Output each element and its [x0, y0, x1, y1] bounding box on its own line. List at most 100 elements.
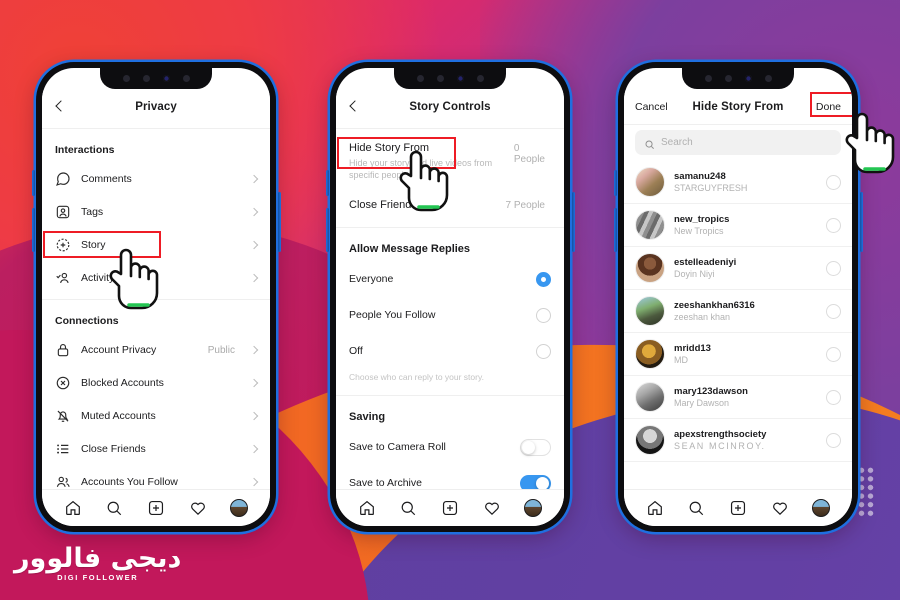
select-checkbox[interactable] [826, 174, 841, 190]
sidebar-item-comments[interactable]: Comments [42, 163, 270, 196]
sidebar-item-tags[interactable]: Tags [42, 196, 270, 229]
select-checkbox[interactable] [826, 389, 841, 405]
back-icon[interactable] [53, 100, 67, 114]
username: samanu248 [674, 171, 726, 182]
chevron-right-icon [249, 379, 259, 388]
select-checkbox[interactable] [826, 346, 841, 362]
page-title: Privacy [135, 101, 177, 113]
avatar [635, 210, 665, 240]
row-label: Blocked Accounts [81, 377, 164, 390]
phone1-header: Privacy [42, 90, 270, 124]
sidebar-item-activity[interactable]: Activity [42, 262, 270, 295]
chevron-right-icon [249, 478, 259, 487]
option-everyone[interactable]: Everyone [336, 261, 564, 297]
toggle-save-to-camera-roll[interactable]: Save to Camera Roll [336, 429, 564, 465]
list-item[interactable]: new_tropics New Tropics [624, 204, 852, 247]
home-icon[interactable] [64, 499, 82, 517]
list-item[interactable]: apexstrengthsociety SEAN MCINROY. [624, 419, 852, 462]
radio-button[interactable] [536, 271, 551, 287]
toggle-switch[interactable] [520, 474, 551, 489]
heart-icon[interactable] [483, 499, 501, 517]
notch-sensor-icon [704, 75, 712, 82]
fullname: MD [674, 355, 688, 365]
list-item[interactable]: estelleadeniyi Doyin Niyi [624, 247, 852, 290]
heart-icon[interactable] [189, 499, 207, 517]
row-label: Tags [81, 206, 104, 219]
search-input[interactable]: Search [635, 130, 841, 155]
profile-avatar[interactable] [524, 499, 543, 517]
section-divider [336, 227, 564, 229]
row-label: Account Privacy [81, 344, 157, 357]
row-hide-story-from[interactable]: Hide Story From Hide your story and live… [336, 133, 564, 183]
sidebar-item-muted-accounts[interactable]: Muted Accounts [42, 400, 270, 433]
phone2-header: Story Controls [336, 90, 564, 124]
profile-avatar[interactable] [230, 499, 249, 517]
notch-speaker-icon [436, 75, 444, 82]
replies-hint-text: Choose who can reply to your story. [349, 372, 484, 383]
fullname: Mary Dawson [674, 398, 730, 408]
phone3-bottom-nav [624, 489, 852, 526]
username: zeeshankhan6316 [674, 300, 755, 311]
radio-button[interactable] [536, 343, 551, 359]
username: apexstrengthsociety [674, 429, 767, 440]
select-checkbox[interactable] [826, 217, 841, 233]
sidebar-item-story[interactable]: Story [42, 229, 270, 262]
add-post-icon[interactable] [147, 499, 165, 517]
toggle-save-to-archive[interactable]: Save to Archive [336, 465, 564, 489]
section-title-saving: Saving [349, 411, 386, 424]
home-icon[interactable] [358, 499, 376, 517]
bell-muted-icon [55, 408, 71, 424]
fullname: STARGUYFRESH [674, 183, 748, 193]
radio-button[interactable] [536, 307, 551, 323]
list-item[interactable]: mary123dawson Mary Dawson [624, 376, 852, 419]
search-icon[interactable] [105, 499, 123, 517]
toggle-label: Save to Camera Roll [349, 441, 446, 454]
back-icon[interactable] [347, 100, 361, 114]
phone-side-button [277, 192, 281, 252]
list-item[interactable]: mridd13 MD [624, 333, 852, 376]
sidebar-item-blocked-accounts[interactable]: Blocked Accounts [42, 367, 270, 400]
heart-icon[interactable] [771, 499, 789, 517]
phone-mockup-privacy: Privacy Interactions Comments Tags Story… [31, 62, 281, 532]
avatar [635, 425, 665, 455]
phone-notch [100, 68, 212, 89]
chevron-right-icon [249, 445, 259, 454]
select-checkbox[interactable] [826, 432, 841, 448]
done-button[interactable]: Done [816, 101, 841, 113]
row-value: Public [207, 344, 235, 356]
chevron-right-icon [249, 412, 259, 421]
search-icon[interactable] [399, 499, 417, 517]
row-label: Close Friends [81, 443, 146, 456]
option-label: Everyone [349, 273, 394, 286]
notch-sensor-icon [122, 75, 130, 82]
user-info: mridd13 MD [674, 343, 817, 365]
add-post-icon[interactable] [441, 499, 459, 517]
home-icon[interactable] [646, 499, 664, 517]
search-icon[interactable] [687, 499, 705, 517]
list-item[interactable]: zeeshankhan6316 zeeshan khan [624, 290, 852, 333]
phone-mockup-hide-story-list: Cancel Hide Story From Done Search saman… [613, 62, 863, 532]
phone2-bottom-nav [336, 489, 564, 526]
sidebar-item-close-friends[interactable]: Close Friends [42, 433, 270, 466]
row-close-friends[interactable]: Close Friends 7 People [336, 183, 564, 213]
select-checkbox[interactable] [826, 260, 841, 276]
profile-avatar[interactable] [812, 499, 831, 517]
notch-speaker-icon [724, 75, 732, 82]
search-icon [644, 137, 655, 149]
option-off[interactable]: Off [336, 333, 564, 369]
select-checkbox[interactable] [826, 303, 841, 319]
row-label: Activity [81, 272, 115, 285]
user-info: samanu248 STARGUYFRESH [674, 171, 817, 193]
option-label: Off [349, 345, 363, 358]
sidebar-item-accounts-you-follow[interactable]: Accounts You Follow [42, 466, 270, 489]
add-post-icon[interactable] [729, 499, 747, 517]
section-title-interactions: Interactions [55, 143, 115, 156]
row-title: Hide Story From [349, 141, 430, 154]
notch-sensor2-icon [476, 75, 484, 82]
cancel-button[interactable]: Cancel [635, 101, 668, 113]
phone2-screen: Story Controls Hide Story From Hide your… [336, 68, 564, 526]
option-people-you-follow[interactable]: People You Follow [336, 297, 564, 333]
list-item[interactable]: samanu248 STARGUYFRESH [624, 161, 852, 204]
toggle-switch[interactable] [520, 438, 551, 456]
sidebar-item-account-privacy[interactable]: Account Privacy Public [42, 334, 270, 367]
